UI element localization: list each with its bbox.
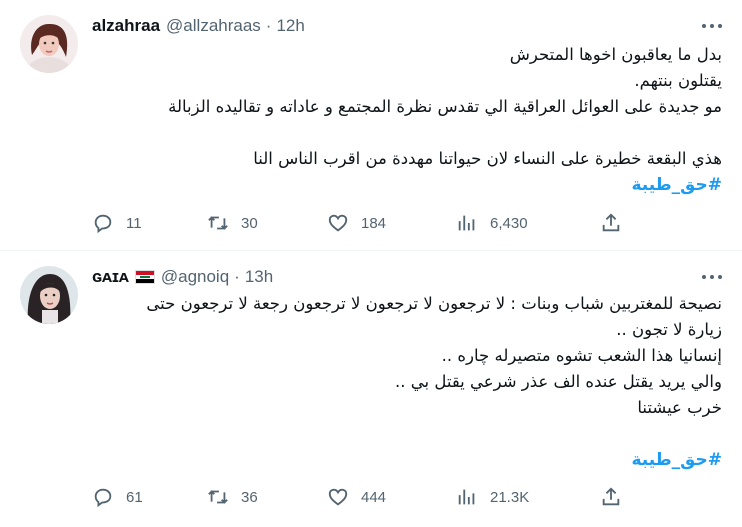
timestamp[interactable]: 13h xyxy=(245,267,273,287)
heart-icon xyxy=(328,214,348,232)
hashtag-link[interactable]: #حق_طيبة xyxy=(92,172,722,198)
share-button[interactable] xyxy=(600,486,622,508)
reply-button[interactable]: 61 xyxy=(92,486,143,508)
tweet-actions: 11 30 184 6,430 xyxy=(92,211,632,235)
author-name[interactable]: ɢᴀɪᴀ xyxy=(92,267,129,287)
retweet-icon xyxy=(208,216,228,230)
reply-icon xyxy=(94,214,112,234)
views-icon xyxy=(458,215,475,231)
tweet-line: مو جديدة على العوائل العراقية الي تقدس ن… xyxy=(168,97,722,116)
author-handle[interactable]: @agnoiq xyxy=(161,267,229,287)
iraq-flag-icon xyxy=(134,270,155,284)
author-handle[interactable]: @allzahraas xyxy=(166,16,261,36)
retweet-icon xyxy=(208,490,228,504)
separator: · xyxy=(265,16,272,35)
avatar-image xyxy=(20,266,78,324)
tweet-line: يقتلون بنتهم. xyxy=(634,71,722,90)
retweet-count: 30 xyxy=(241,214,258,232)
retweet-button[interactable]: 30 xyxy=(207,212,258,234)
tweet-line: خرب عيشتنا xyxy=(637,398,722,417)
share-icon xyxy=(602,213,620,232)
avatar[interactable] xyxy=(20,15,78,73)
like-button[interactable]: 444 xyxy=(327,486,386,508)
author-name[interactable]: alzahraa xyxy=(92,16,160,36)
avatar-image xyxy=(20,15,78,73)
tweet-header: alzahraa @allzahraas · 12h xyxy=(92,14,305,38)
views-button[interactable]: 21.3K xyxy=(456,486,529,508)
more-options-icon[interactable] xyxy=(702,269,722,285)
reply-button[interactable]: 11 xyxy=(92,212,142,234)
share-icon xyxy=(602,487,620,506)
reply-icon xyxy=(94,488,112,508)
tweet-line: زيارة لا تجون .. xyxy=(616,320,722,339)
tweet-header: ɢᴀɪᴀ @agnoiq · 13h xyxy=(92,265,273,289)
retweet-button[interactable]: 36 xyxy=(207,486,258,508)
like-count: 444 xyxy=(361,488,387,506)
views-icon xyxy=(458,489,475,505)
views-count: 6,430 xyxy=(490,214,528,232)
tweet-line: بدل ما يعاقبون اخوها المتحرش xyxy=(509,45,722,64)
tweet-text: نصيحة للمغتربين شباب وبنات : لا ترجعون ل… xyxy=(92,291,722,473)
tweet-text: بدل ما يعاقبون اخوها المتحرش يقتلون بنته… xyxy=(92,42,722,198)
like-button[interactable]: 184 xyxy=(327,212,386,234)
separator: · xyxy=(234,267,240,286)
tweet-line: هذي البقعة خطيرة على النساء لان حيواتنا … xyxy=(253,149,722,168)
tweet-line: نصيحة للمغتربين شباب وبنات : لا ترجعون ل… xyxy=(146,294,722,313)
retweet-count: 36 xyxy=(241,488,258,506)
like-count: 184 xyxy=(361,214,387,232)
views-button[interactable]: 6,430 xyxy=(456,212,528,234)
timestamp[interactable]: 12h xyxy=(276,16,304,36)
avatar[interactable] xyxy=(20,266,78,324)
views-count: 21.3K xyxy=(490,488,530,506)
reply-count: 11 xyxy=(126,214,142,232)
reply-count: 61 xyxy=(126,488,143,506)
tweet[interactable]: ɢᴀɪᴀ @agnoiq · 13h نصيحة للمغتربين شباب … xyxy=(0,251,742,527)
tweet-line: والي يريد يقتل عنده الف عذر شرعي يقتل بي… xyxy=(395,372,722,391)
share-button[interactable] xyxy=(600,212,622,234)
tweet-line: إنسانيا هذا الشعب تشوه متصيرله چاره .. xyxy=(441,346,722,365)
tweet[interactable]: alzahraa @allzahraas · 12h بدل ما يعاقبو… xyxy=(0,0,742,250)
more-options-icon[interactable] xyxy=(702,18,722,34)
tweet-actions: 61 36 444 21.3K xyxy=(92,485,632,509)
hashtag-link[interactable]: #حق_طيبة xyxy=(92,447,722,473)
heart-icon xyxy=(328,488,348,506)
